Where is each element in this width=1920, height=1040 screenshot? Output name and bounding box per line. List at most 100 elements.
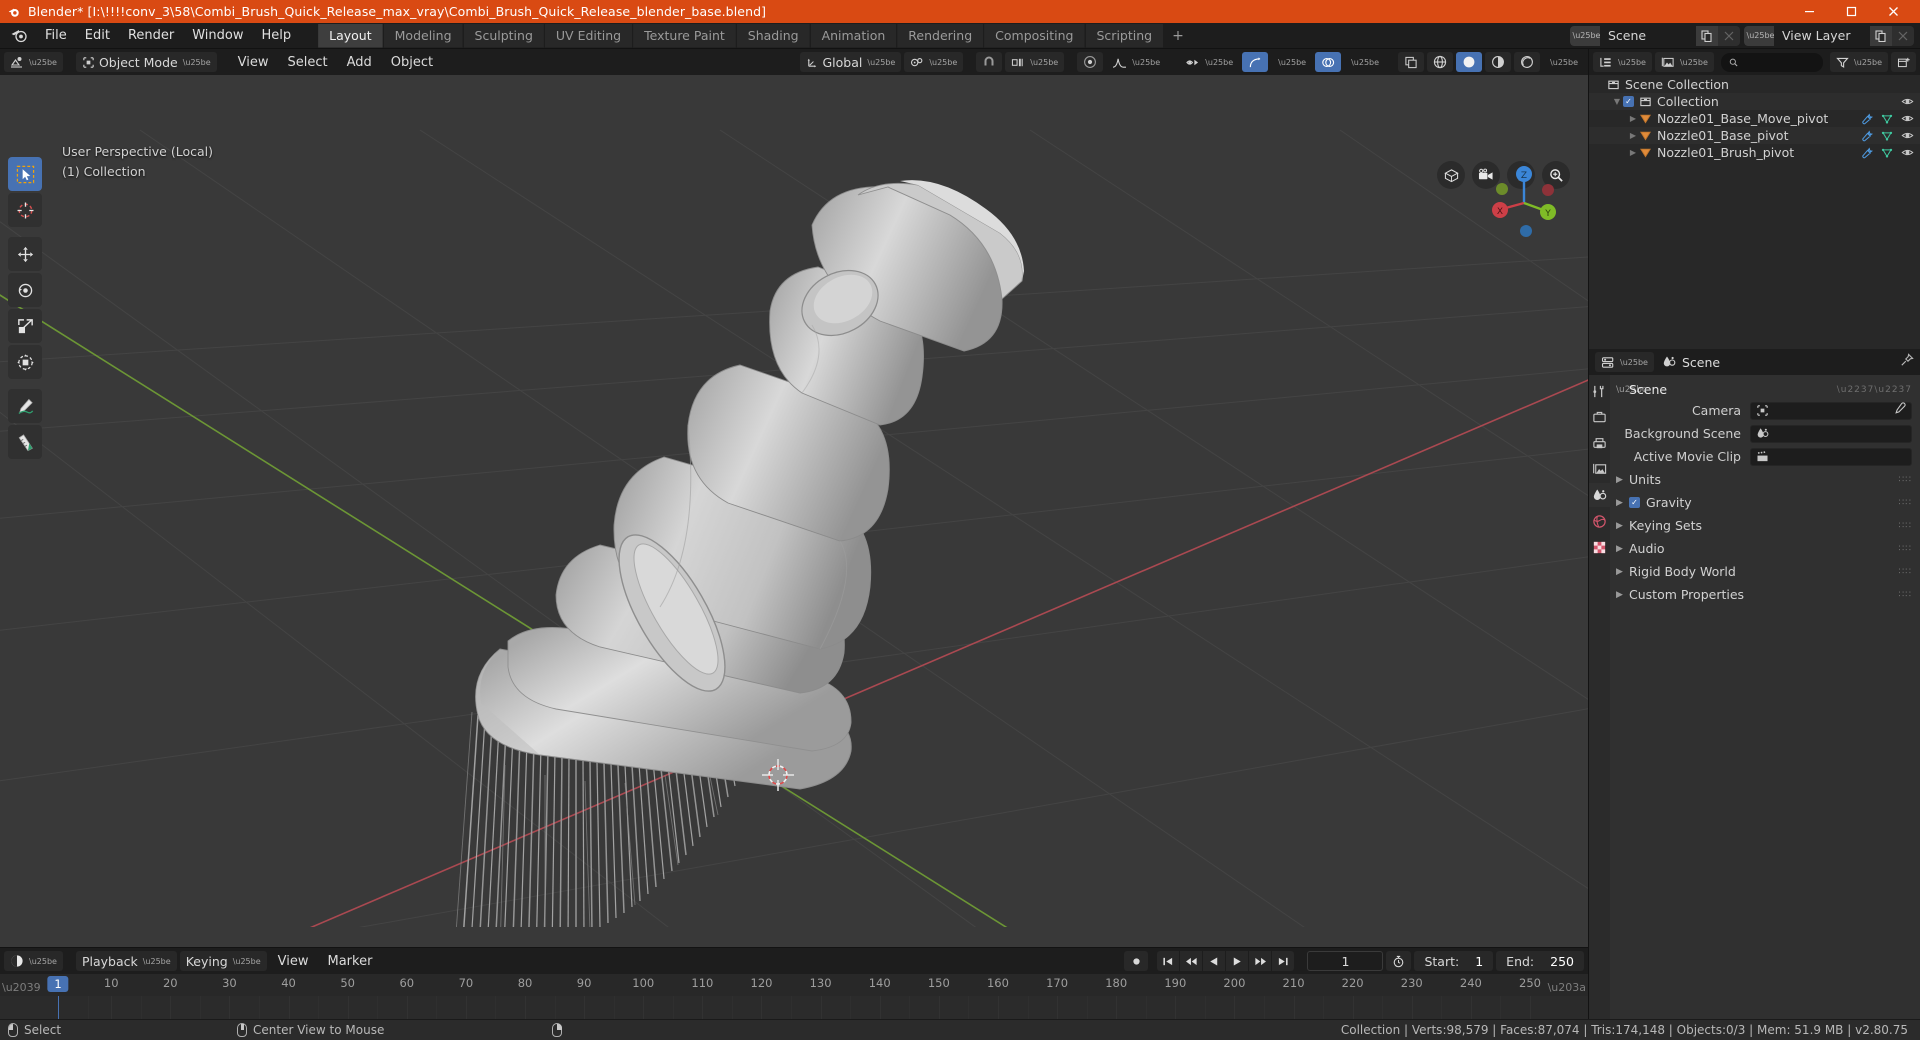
panel-drag-handle[interactable]: ∷∷ [1899,475,1912,485]
properties-section-header[interactable]: ▶ Keying Sets ∷∷ [1610,515,1920,536]
measure-tool[interactable] [8,425,42,459]
viewport-menu-select[interactable]: Select [280,53,336,72]
outliner-search-input[interactable] [1743,55,1816,69]
shading-dropdown[interactable]: \u25be [1543,52,1584,72]
overlays-toggle[interactable] [1315,52,1342,72]
maximize-button[interactable] [1830,0,1872,23]
proportional-falloff-dropdown[interactable]: \u25be [1106,52,1166,72]
timeline-playhead[interactable] [58,996,59,1019]
outliner-row[interactable]: ▼ ✓ Collection [1589,93,1920,110]
panel-drag-handle[interactable]: ∷∷ [1899,498,1912,508]
properties-tab-view-layer[interactable] [1589,457,1610,481]
timeline-ruler[interactable]: \u2039 \u203a 1 10 20 30 40 50 60 70 80 90 100 110 1… [0,974,1588,996]
properties-tab-scene[interactable] [1589,483,1610,507]
blender-logo-icon[interactable] [8,26,30,46]
outliner-search-box[interactable] [1720,52,1824,72]
pivot-point-dropdown[interactable]: \u25be [904,52,964,72]
editor-type-icon[interactable]: \u25be [4,52,63,72]
add-workspace-button[interactable]: + [1164,24,1192,48]
snap-target-dropdown[interactable]: \u25be [1005,52,1065,72]
panel-drag-handle[interactable]: ∷∷ [1899,590,1912,600]
close-button[interactable] [1872,0,1914,23]
modifier-wrench-icon[interactable] [1861,147,1873,159]
viewport-menu-view[interactable]: View [230,53,277,72]
navigation-gizmo[interactable]: Z X Y [1482,161,1566,245]
play-reverse-button[interactable] [1203,951,1226,971]
timeline-scroll-left-icon[interactable]: \u2039 [2,981,41,994]
modifier-wrench-icon[interactable] [1861,130,1873,142]
scene-name[interactable]: Scene [1600,25,1696,46]
auto-keying-button[interactable] [1124,951,1149,971]
timeline-editor-type-icon[interactable]: \u25be [4,951,63,971]
properties-section-header[interactable]: ▶ Audio ∷∷ [1610,538,1920,559]
jump-to-next-keyframe-button[interactable] [1249,951,1272,971]
outliner-expand-icon[interactable]: ▶ [1627,148,1639,157]
menu-window[interactable]: Window [183,25,252,47]
timeline-menu-marker[interactable]: Marker [320,952,381,971]
properties-tab-texture[interactable] [1589,535,1610,559]
frame-start-field[interactable]: Start: 1 [1414,951,1494,971]
shading-wireframe-button[interactable] [1427,52,1454,72]
viewport-menu-object[interactable]: Object [383,53,441,72]
visibility-eye-icon[interactable] [1901,146,1914,159]
properties-editor-type-icon[interactable]: \u25be [1595,352,1654,372]
camera-field[interactable] [1750,401,1912,420]
frame-end-field[interactable]: End: 250 [1496,951,1584,971]
remove-view-layer-button[interactable] [1892,25,1914,46]
jump-to-start-button[interactable] [1157,951,1180,971]
menu-file[interactable]: File [36,25,76,47]
active-movie-clip-field[interactable] [1750,447,1912,466]
panel-drag-handle[interactable]: ∷∷ [1899,521,1912,531]
properties-section-header[interactable]: ▶ Custom Properties ∷∷ [1610,584,1920,605]
visibility-eye-icon[interactable] [1901,129,1914,142]
properties-tab-world[interactable] [1589,509,1610,533]
scale-tool[interactable] [8,309,42,343]
section-checkbox[interactable]: ✓ [1629,497,1640,508]
use-preview-range-button[interactable] [1386,951,1412,971]
properties-section-header[interactable]: ▶ Units ∷∷ [1610,469,1920,490]
tab-sculpting[interactable]: Sculpting [463,23,544,48]
mesh-data-icon[interactable] [1881,147,1893,159]
menu-render[interactable]: Render [119,25,183,47]
overlays-dropdown[interactable]: \u25be [1344,52,1385,72]
playhead-frame-badge[interactable]: 1 [47,976,69,992]
outliner-tree[interactable]: Scene Collection ▼ ✓ Collection ▶ Nozzle01_Ba… [1589,75,1920,349]
background-scene-field[interactable] [1750,424,1912,443]
tab-rendering[interactable]: Rendering [897,23,984,48]
play-button[interactable] [1226,951,1249,971]
proportional-edit-icon[interactable] [1077,52,1104,72]
new-collection-button[interactable] [1891,52,1916,72]
shading-rendered-button[interactable] [1514,52,1541,72]
mesh-data-icon[interactable] [1881,130,1893,142]
cursor-tool[interactable] [8,193,42,227]
outliner-checkbox[interactable]: ✓ [1623,96,1634,107]
viewport-menu-add[interactable]: Add [339,53,380,72]
outliner-row[interactable]: ▶ Nozzle01_Base_pivot [1589,127,1920,144]
outliner-row[interactable]: ▶ Nozzle01_Brush_pivot [1589,144,1920,161]
minimize-button[interactable] [1788,0,1830,23]
tab-compositing[interactable]: Compositing [984,23,1085,48]
menu-edit[interactable]: Edit [76,25,119,47]
mesh-data-icon[interactable] [1881,113,1893,125]
jump-to-end-button[interactable] [1272,951,1295,971]
tab-uv-editing[interactable]: UV Editing [544,23,633,48]
gizmo-toggle[interactable] [1242,52,1269,72]
gizmo-dropdown[interactable]: \u25be [1271,52,1312,72]
snap-magnet-icon[interactable] [976,52,1003,72]
outliner-expand-icon[interactable]: ▼ [1611,97,1623,106]
properties-section-header[interactable]: ▶ Rigid Body World ∷∷ [1610,561,1920,582]
timeline-menu-keying[interactable]: Keying \u25be [179,951,267,971]
properties-tab-tool[interactable] [1589,379,1610,403]
transform-tool[interactable] [8,345,42,379]
camera-eyedropper-icon[interactable] [1893,402,1906,419]
properties-section-header[interactable]: ▶ ✓ Gravity ∷∷ [1610,492,1920,513]
move-tool[interactable] [8,237,42,271]
3d-viewport[interactable]: User Perspective (Local) (1) Collection [0,75,1588,947]
panel-drag-handle[interactable]: ∷∷ [1899,544,1912,554]
rotate-tool[interactable] [8,273,42,307]
jump-to-prev-keyframe-button[interactable] [1180,951,1203,971]
scene-panel-header[interactable]: \u25bc Scene \u2237\u2237 [1610,379,1920,400]
outliner-row[interactable]: ▶ Nozzle01_Base_Move_pivot [1589,110,1920,127]
timeline-menu-view[interactable]: View [270,952,317,971]
outliner-display-mode-dropdown[interactable]: \u25be [1654,52,1714,72]
